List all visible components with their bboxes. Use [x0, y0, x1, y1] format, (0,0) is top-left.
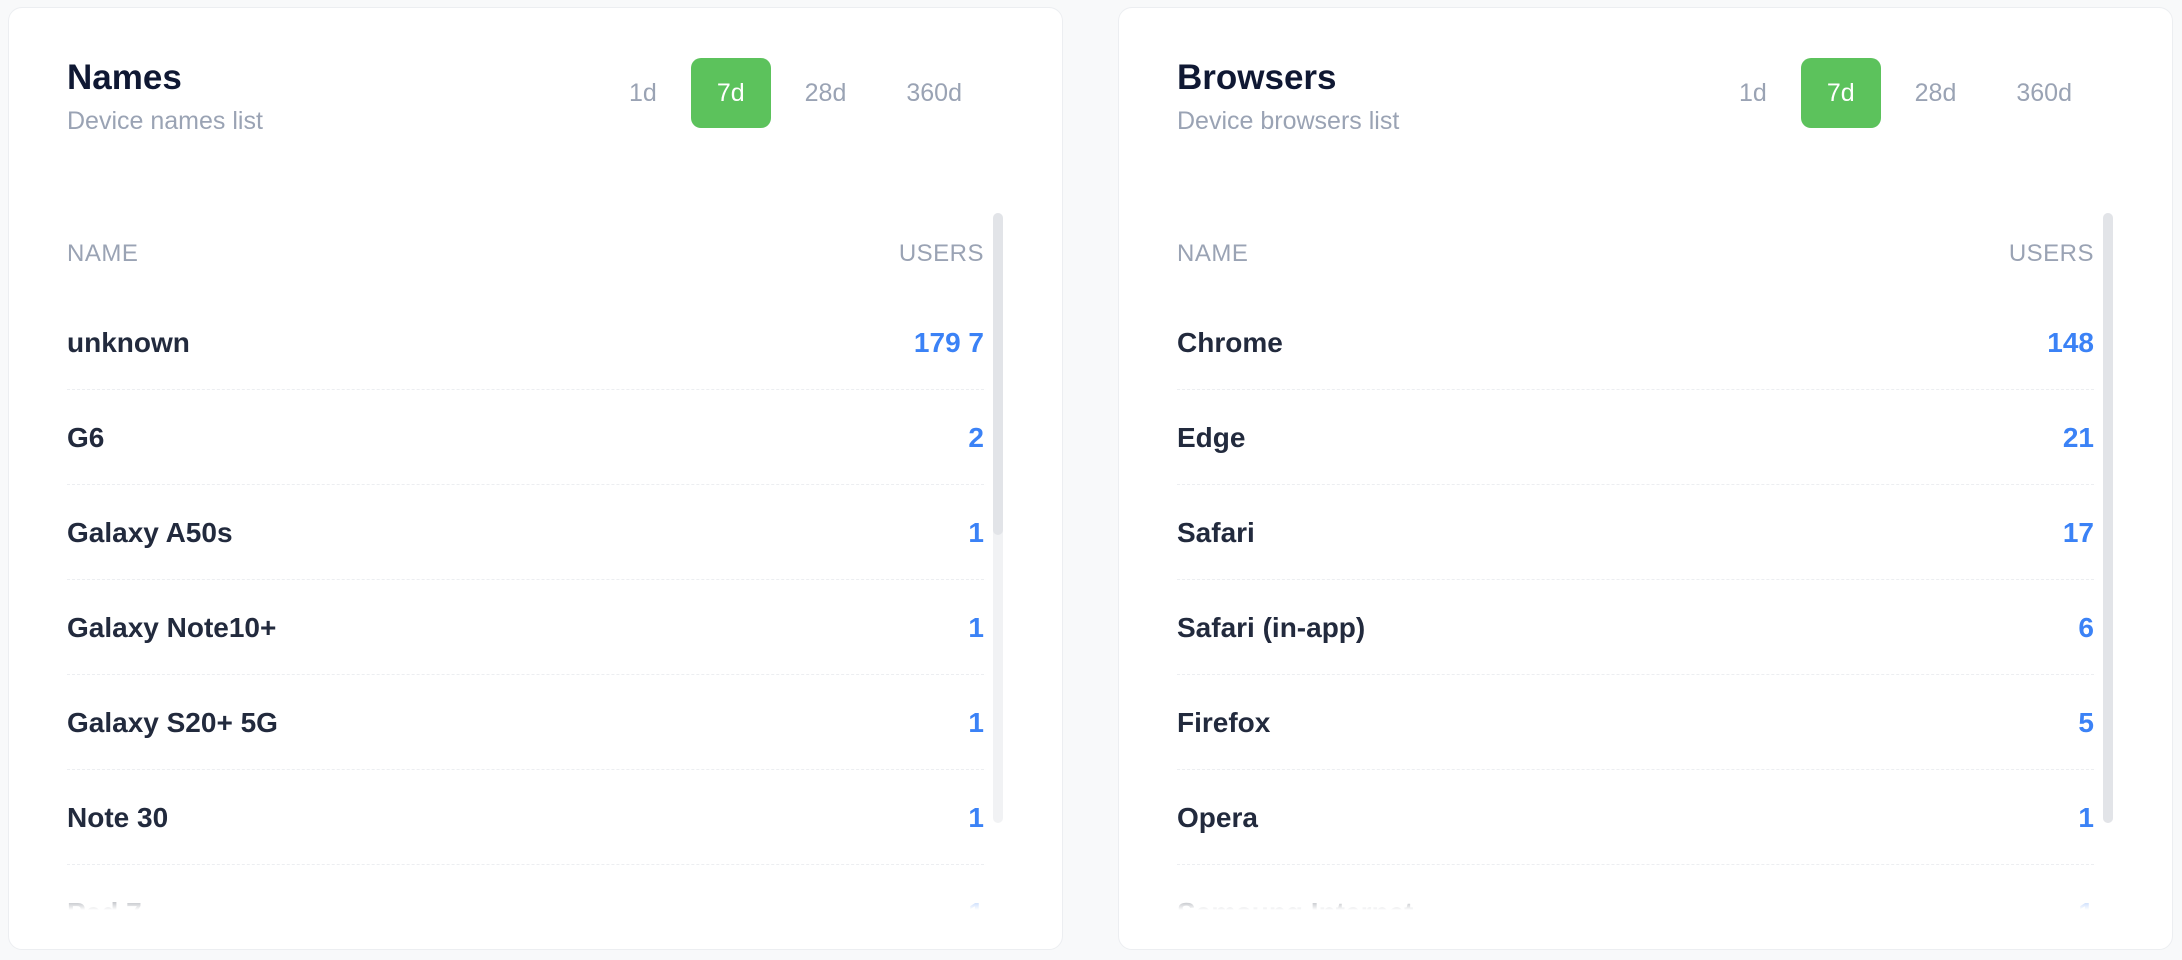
- row-users: 148: [2047, 327, 2094, 358]
- column-header-users: USERS: [898, 240, 984, 267]
- row-users: 1: [968, 897, 984, 910]
- row-name: Galaxy S20+ 5G: [67, 707, 278, 738]
- tab-360d[interactable]: 360d: [1990, 58, 2098, 128]
- row-users: 179 7: [913, 327, 984, 358]
- row-users: 1: [2078, 802, 2094, 833]
- row-users: 2: [968, 422, 984, 453]
- row-name: Galaxy A50s: [67, 517, 233, 548]
- row-name: unknown: [67, 327, 190, 358]
- row-name: Edge: [1177, 422, 1246, 453]
- tab-360d[interactable]: 360d: [880, 58, 988, 128]
- row-name: Galaxy Note10+: [67, 612, 277, 643]
- row-users: 21: [2062, 422, 2094, 453]
- card-subtitle: Device browsers list: [1177, 107, 1400, 135]
- scrollbar-track[interactable]: [2103, 213, 2113, 823]
- row-name: Note 30: [67, 802, 169, 833]
- tab-7d[interactable]: 7d: [690, 58, 771, 128]
- row-users: 5: [2078, 707, 2094, 738]
- table-header: NAME USERS: [1177, 208, 2094, 295]
- table-row: Pad 7 1: [67, 865, 984, 910]
- tab-28d[interactable]: 28d: [779, 58, 873, 128]
- table-row: Galaxy A50s 1: [67, 485, 984, 580]
- card-title: Browsers: [1177, 58, 1337, 97]
- row-name: Safari (in-app): [1177, 612, 1366, 643]
- card-title: Names: [67, 58, 182, 97]
- row-users: 1: [968, 517, 984, 548]
- table-row: Safari (in-app) 6: [1177, 580, 2094, 675]
- row-name: Pad 7: [67, 897, 142, 910]
- row-name: Safari: [1177, 517, 1255, 548]
- column-header-name: NAME: [67, 240, 139, 267]
- table-row: Note 30 1: [67, 770, 984, 865]
- tab-1d[interactable]: 1d: [1713, 58, 1793, 128]
- browsers-table: NAME USERS Chrome 148 Edge 21 Safari 17 …: [1177, 208, 2094, 910]
- row-name: Opera: [1177, 802, 1258, 833]
- row-users: 1: [2078, 897, 2094, 910]
- scrollbar-thumb[interactable]: [993, 213, 1003, 535]
- row-name: Samsung Internet: [1177, 897, 1413, 910]
- table-header: NAME USERS: [67, 208, 984, 295]
- row-name: Chrome: [1177, 327, 1283, 358]
- table-row: Opera 1: [1177, 770, 2094, 865]
- browsers-card: Browsers Device browsers list 1d 7d 28d …: [1118, 7, 2173, 950]
- table-row: Firefox 5: [1177, 675, 2094, 770]
- table-row: Samsung Internet 1: [1177, 865, 2094, 910]
- tab-1d[interactable]: 1d: [603, 58, 683, 128]
- tab-28d[interactable]: 28d: [1889, 58, 1983, 128]
- dashboard-page: Names Device names list 1d 7d 28d 360d N…: [0, 0, 2182, 960]
- table-row: Galaxy Note10+ 1: [67, 580, 984, 675]
- period-tabs: 1d 7d 28d 360d: [595, 58, 988, 128]
- row-users: 1: [968, 707, 984, 738]
- table-row: unknown 179 7: [67, 295, 984, 390]
- column-header-users: USERS: [2008, 240, 2094, 267]
- row-name: Firefox: [1177, 707, 1271, 738]
- scrollbar-track[interactable]: [993, 213, 1003, 823]
- names-card: Names Device names list 1d 7d 28d 360d N…: [8, 7, 1063, 950]
- period-tabs: 1d 7d 28d 360d: [1705, 58, 2098, 128]
- table-row: Edge 21: [1177, 390, 2094, 485]
- table-row: Safari 17: [1177, 485, 2094, 580]
- row-users: 1: [968, 612, 984, 643]
- card-subtitle: Device names list: [67, 107, 263, 135]
- table-row: Galaxy S20+ 5G 1: [67, 675, 984, 770]
- column-header-name: NAME: [1177, 240, 1249, 267]
- scrollbar-thumb[interactable]: [2103, 213, 2113, 823]
- row-users: 1: [968, 802, 984, 833]
- tab-7d[interactable]: 7d: [1800, 58, 1881, 128]
- table-row: G6 2: [67, 390, 984, 485]
- names-table: NAME USERS unknown 179 7 G6 2 Galaxy A50…: [67, 208, 984, 910]
- table-row: Chrome 148: [1177, 295, 2094, 390]
- row-users: 17: [2062, 517, 2094, 548]
- row-users: 6: [2078, 612, 2094, 643]
- row-name: G6: [67, 422, 105, 453]
